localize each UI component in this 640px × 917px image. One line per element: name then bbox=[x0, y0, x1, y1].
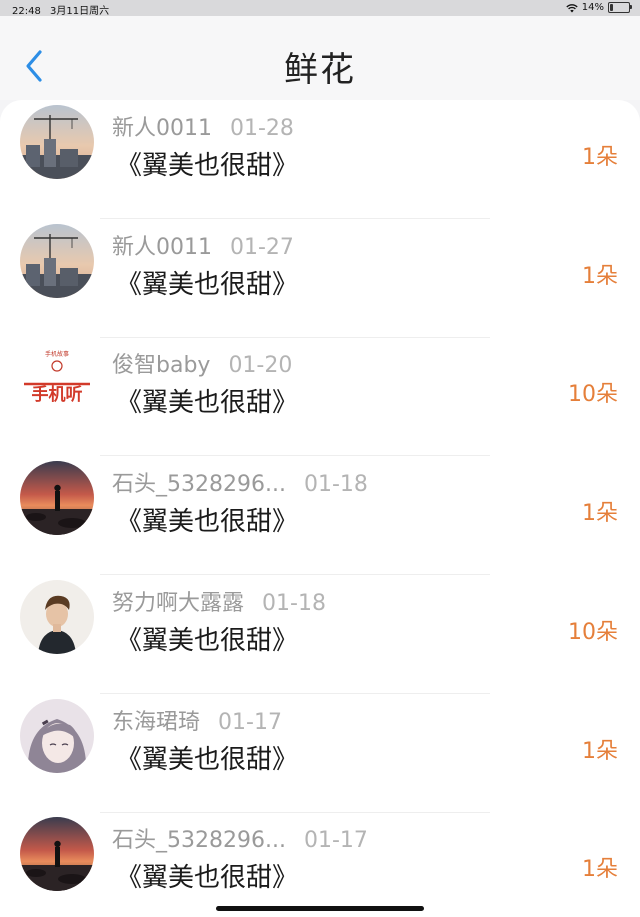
sender-name: 俊智baby bbox=[112, 353, 211, 379]
svg-text:手机故事: 手机故事 bbox=[45, 350, 69, 358]
sender-name: 石头_5328296... bbox=[112, 472, 286, 498]
sender-meta: 石头_5328296... 01-17 bbox=[112, 822, 368, 854]
wifi-icon bbox=[566, 3, 578, 12]
sender-name: 努力啊大露露 bbox=[112, 590, 245, 616]
sender-meta: 东海珺琦 01-17 bbox=[112, 704, 282, 736]
list-item[interactable]: 石头_5328296... 01-18 《翼美也很甜》 1朵 bbox=[0, 456, 640, 576]
sender-name: 新人0011 bbox=[112, 116, 212, 141]
sender-name: 新人0011 bbox=[112, 234, 212, 260]
flower-count: 1朵 bbox=[582, 145, 618, 170]
list-item[interactable]: 石头_5328296... 01-17 《翼美也很甜》 1朵 bbox=[0, 812, 640, 917]
list-item[interactable]: 新人0011 01-27 《翼美也很甜》 1朵 bbox=[0, 219, 640, 338]
nav-bar: 鲜花 bbox=[0, 16, 640, 100]
work-title[interactable]: 《翼美也很甜》 bbox=[116, 620, 298, 657]
flower-count: 1朵 bbox=[582, 738, 618, 764]
battery-icon bbox=[608, 2, 632, 13]
send-date: 01-17 bbox=[218, 709, 282, 735]
sender-meta: 石头_5328296... 01-18 bbox=[112, 466, 368, 498]
list-item[interactable]: 新人0011 01-28 《翼美也很甜》 1朵 bbox=[0, 100, 640, 219]
avatar[interactable] bbox=[20, 105, 94, 179]
sender-name: 石头_5328296... bbox=[112, 828, 286, 854]
flower-count: 10朵 bbox=[568, 382, 618, 408]
sender-meta: 俊智baby 01-20 bbox=[112, 347, 292, 379]
status-bar-left: 22:48 3月11日周六 bbox=[12, 2, 115, 17]
flower-count: 1朵 bbox=[582, 857, 618, 883]
sender-name: 东海珺琦 bbox=[112, 709, 201, 735]
work-title[interactable]: 《翼美也很甜》 bbox=[116, 382, 298, 419]
sender-meta: 努力啊大露露 01-18 bbox=[112, 585, 326, 617]
sender-meta: 新人0011 01-28 bbox=[112, 110, 294, 142]
avatar[interactable] bbox=[20, 223, 94, 298]
flower-count: 10朵 bbox=[568, 619, 618, 645]
send-date: 01-18 bbox=[262, 590, 326, 616]
list-item[interactable]: 手机故事 手机听 俊智baby 01-20 《翼美也很甜》 10朵 bbox=[0, 337, 640, 457]
work-title[interactable]: 《翼美也很甜》 bbox=[116, 264, 298, 301]
sender-meta: 新人0011 01-27 bbox=[112, 229, 294, 261]
page-title: 鲜花 bbox=[284, 50, 356, 90]
send-date: 01-20 bbox=[228, 353, 293, 379]
send-date: 01-28 bbox=[230, 116, 294, 141]
work-title[interactable]: 《翼美也很甜》 bbox=[116, 739, 298, 776]
flower-count: 1朵 bbox=[582, 263, 618, 289]
flower-list: 新人0011 01-28 《翼美也很甜》 1朵 新人0011 01-27 《翼美也很… bbox=[0, 100, 640, 917]
list-item[interactable]: 东海珺琦 01-17 《翼美也很甜》 1朵 bbox=[0, 694, 640, 813]
status-bar-right: 14% bbox=[566, 2, 632, 13]
avatar[interactable] bbox=[20, 461, 94, 536]
battery-percent: 14% bbox=[581, 2, 604, 13]
work-title[interactable]: 《翼美也很甜》 bbox=[116, 501, 298, 538]
svg-text:手机听: 手机听 bbox=[32, 384, 83, 405]
avatar[interactable] bbox=[20, 579, 94, 654]
avatar[interactable] bbox=[20, 698, 94, 773]
send-date: 01-18 bbox=[303, 472, 368, 498]
send-date: 01-17 bbox=[303, 828, 368, 854]
send-date: 01-27 bbox=[230, 234, 294, 260]
avatar[interactable]: 手机故事 手机听 bbox=[20, 342, 94, 417]
status-bar: 22:48 3月11日周六 14% bbox=[0, 0, 640, 17]
flower-count: 1朵 bbox=[582, 501, 618, 527]
home-indicator[interactable] bbox=[216, 906, 424, 911]
list-item[interactable]: 努力啊大露露 01-18 《翼美也很甜》 10朵 bbox=[0, 575, 640, 694]
work-title[interactable]: 《翼美也很甜》 bbox=[116, 145, 298, 182]
avatar[interactable] bbox=[20, 817, 94, 892]
work-title[interactable]: 《翼美也很甜》 bbox=[116, 857, 298, 894]
